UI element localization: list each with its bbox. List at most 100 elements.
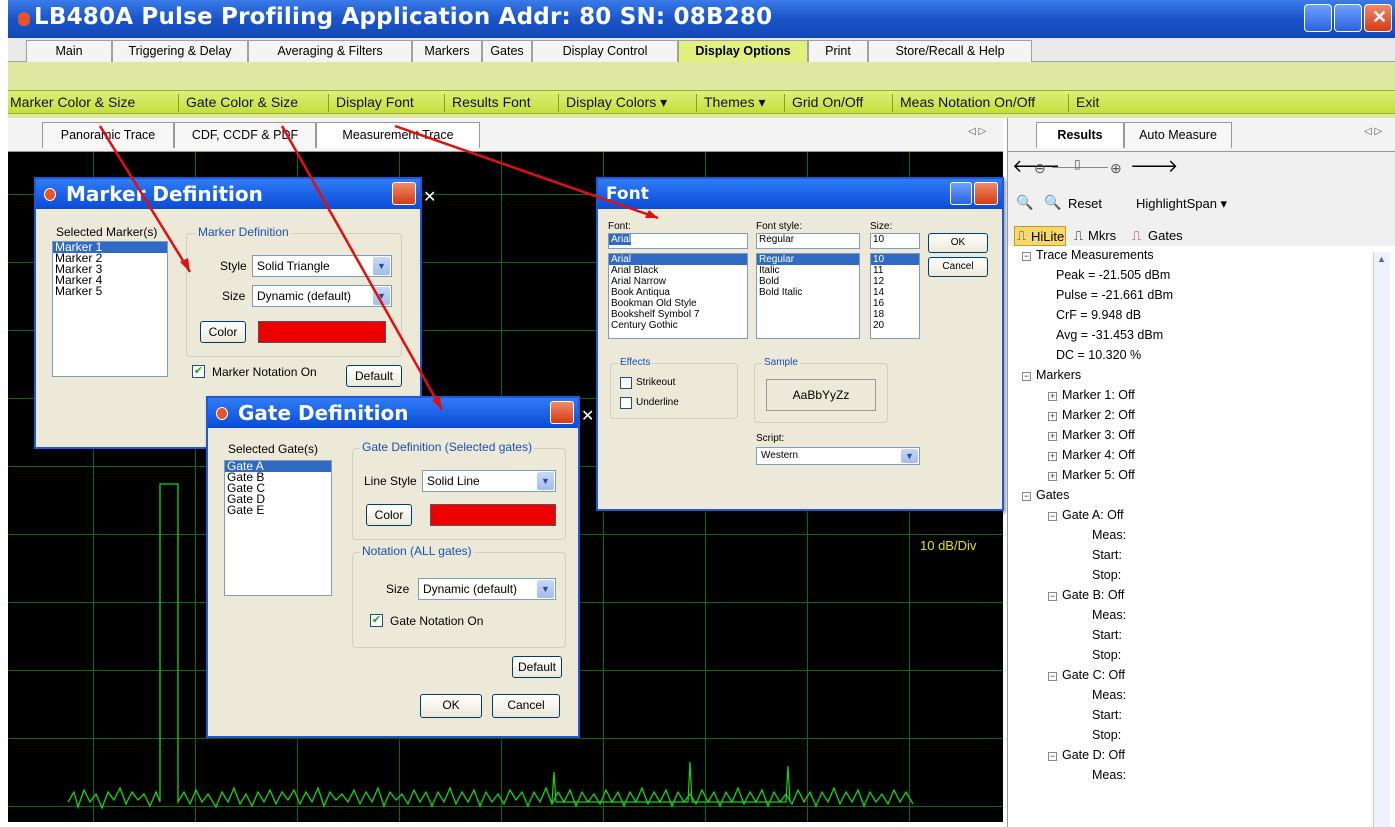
hilite-button[interactable]: ⎍ HiLite <box>1014 226 1066 246</box>
tree-header-gates[interactable]: Gates <box>1036 488 1069 502</box>
expand-icon[interactable]: + <box>1048 472 1057 481</box>
tab-averaging-filters[interactable]: Averaging & Filters <box>248 40 412 62</box>
strikeout-checkbox[interactable] <box>620 377 632 389</box>
list-item[interactable]: Regular <box>757 254 859 265</box>
tab-display-control[interactable]: Display Control <box>532 40 678 62</box>
gate-ok-button[interactable]: OK <box>420 694 482 718</box>
close-button[interactable]: ✕ <box>1364 4 1392 32</box>
tree-item[interactable]: Marker 2: Off <box>1062 408 1135 422</box>
font-size-input[interactable]: 10 <box>870 233 920 249</box>
tree-item[interactable]: Gate B: Off <box>1062 588 1124 602</box>
results-font-button[interactable]: Results Font <box>452 94 531 110</box>
tab-scroll-arrows[interactable]: ◁ ▷ <box>1364 126 1382 137</box>
tree-item[interactable]: Gate D: Off <box>1062 748 1125 762</box>
list-item[interactable]: Bold Italic <box>757 287 859 298</box>
tab-display-options[interactable]: Display Options <box>678 40 808 62</box>
tab-measurement-trace[interactable]: Measurement Trace <box>316 122 480 148</box>
list-item[interactable]: Arial <box>609 254 747 265</box>
tab-gates[interactable]: Gates <box>482 40 532 62</box>
gate-color-size-button[interactable]: Gate Color & Size <box>186 94 298 110</box>
list-item[interactable]: Arial Black <box>609 265 747 276</box>
tree-item[interactable]: Marker 1: Off <box>1062 388 1135 402</box>
tree-header-trace[interactable]: Trace Measurements <box>1036 248 1154 262</box>
display-colors-dropdown[interactable]: Display Colors ▾ <box>566 94 667 111</box>
grid-toggle-button[interactable]: Grid On/Off <box>792 94 863 110</box>
meas-notation-toggle-button[interactable]: Meas Notation On/Off <box>900 94 1035 110</box>
list-item[interactable]: Bookman Old Style <box>609 298 747 309</box>
marker-color-size-button[interactable]: Marker Color & Size <box>10 94 135 110</box>
expand-icon[interactable]: + <box>1048 392 1057 401</box>
tab-triggering-delay[interactable]: Triggering & Delay <box>112 40 248 62</box>
list-item[interactable]: 16 <box>871 298 919 309</box>
list-item[interactable]: Arial Narrow <box>609 276 747 287</box>
tab-results[interactable]: Results <box>1036 122 1124 148</box>
minimize-button[interactable] <box>1304 4 1332 32</box>
expand-icon[interactable]: + <box>1048 412 1057 421</box>
script-select[interactable]: Western ▼ <box>756 447 920 465</box>
font-dialog-close-button[interactable]: ✕ <box>974 182 1018 206</box>
marker-color-button[interactable]: Color <box>200 321 246 343</box>
list-item[interactable]: Bold <box>757 276 859 287</box>
gates-button[interactable]: Gates <box>1148 228 1183 243</box>
help-button[interactable]: ? <box>950 182 989 205</box>
gate-size-select[interactable]: Dynamic (default) ▼ <box>418 578 556 600</box>
tree-item[interactable]: Marker 5: Off <box>1062 468 1135 482</box>
results-scrollbar[interactable]: ▲ <box>1373 252 1390 827</box>
collapse-icon[interactable]: − <box>1048 752 1057 761</box>
font-style-input[interactable]: Regular <box>756 233 860 249</box>
reset-button[interactable]: Reset <box>1068 196 1102 211</box>
tab-cdf-ccdf-pdf[interactable]: CDF, CCDF & PDF <box>174 122 316 148</box>
mkrs-button[interactable]: Mkrs <box>1088 228 1116 243</box>
font-ok-button[interactable]: OK <box>928 233 988 253</box>
themes-dropdown[interactable]: Themes ▾ <box>704 94 766 111</box>
list-item[interactable]: 14 <box>871 287 919 298</box>
gate-line-style-select[interactable]: Solid Line ▼ <box>422 470 556 492</box>
zoom-in-magnifier-icon[interactable]: 🔍 <box>1016 194 1033 211</box>
collapse-icon[interactable]: − <box>1022 252 1031 261</box>
list-item[interactable]: Italic <box>757 265 859 276</box>
scroll-up-icon[interactable]: ▲ <box>1377 254 1386 264</box>
expand-icon[interactable]: + <box>1048 452 1057 461</box>
tree-item[interactable]: Marker 4: Off <box>1062 448 1135 462</box>
zoom-out-magnifier-icon[interactable]: 🔍 <box>1044 194 1061 211</box>
marker-default-button[interactable]: Default <box>346 365 402 387</box>
tree-header-markers[interactable]: Markers <box>1036 368 1081 382</box>
tab-scroll-arrows[interactable]: ◁ ▷ <box>968 126 986 137</box>
gate-cancel-button[interactable]: Cancel <box>492 694 560 718</box>
tab-panoramic-trace[interactable]: Panoramic Trace <box>42 122 174 148</box>
font-list[interactable]: Arial Arial Black Arial Narrow Book Anti… <box>608 253 748 339</box>
tree-item[interactable]: Gate C: Off <box>1062 668 1125 682</box>
list-item[interactable]: 10 <box>871 254 919 265</box>
gate-color-button[interactable]: Color <box>366 504 412 526</box>
marker-size-select[interactable]: Dynamic (default) ▼ <box>252 285 392 307</box>
collapse-icon[interactable]: − <box>1048 512 1057 521</box>
display-font-button[interactable]: Display Font <box>336 94 414 110</box>
collapse-icon[interactable]: − <box>1022 372 1031 381</box>
gate-notation-checkbox[interactable]: ✔ <box>370 614 383 627</box>
collapse-icon[interactable]: − <box>1048 672 1057 681</box>
font-size-list[interactable]: 10 11 12 14 16 18 20 <box>870 253 920 339</box>
gate-default-button[interactable]: Default <box>512 656 562 678</box>
marker-list[interactable]: Marker 1 Marker 2 Marker 3 Marker 4 Mark… <box>52 241 168 377</box>
font-name-input[interactable]: Arial <box>608 233 748 249</box>
maximize-button[interactable] <box>1334 4 1362 32</box>
highlight-span-dropdown[interactable]: HighlightSpan ▾ <box>1136 196 1227 212</box>
zoom-right-arrow-icon[interactable]: 🡒 <box>1130 156 1178 177</box>
expand-icon[interactable]: + <box>1048 432 1057 441</box>
list-item[interactable]: Century Gothic <box>609 320 747 331</box>
gate-list[interactable]: Gate A Gate B Gate C Gate D Gate E <box>224 460 332 596</box>
marker-dialog-close-button[interactable]: ✕ <box>392 182 436 206</box>
marker-style-select[interactable]: Solid Triangle ▼ <box>252 255 392 277</box>
font-cancel-button[interactable]: Cancel <box>928 257 988 277</box>
tree-item[interactable]: Marker 3: Off <box>1062 428 1135 442</box>
tab-main[interactable]: Main <box>26 40 112 62</box>
list-item[interactable]: Bookshelf Symbol 7 <box>609 309 747 320</box>
zoom-in-icon[interactable]: ⊕ <box>1110 160 1122 177</box>
zoom-slider-thumb[interactable]: ▯ <box>1074 157 1081 171</box>
tab-store-recall-help[interactable]: Store/Recall & Help <box>868 40 1032 62</box>
list-item[interactable]: Marker 5 <box>53 285 167 297</box>
tab-auto-measure[interactable]: Auto Measure <box>1124 122 1232 148</box>
tab-print[interactable]: Print <box>808 40 868 62</box>
font-style-list[interactable]: Regular Italic Bold Bold Italic <box>756 253 860 339</box>
collapse-icon[interactable]: − <box>1022 492 1031 501</box>
